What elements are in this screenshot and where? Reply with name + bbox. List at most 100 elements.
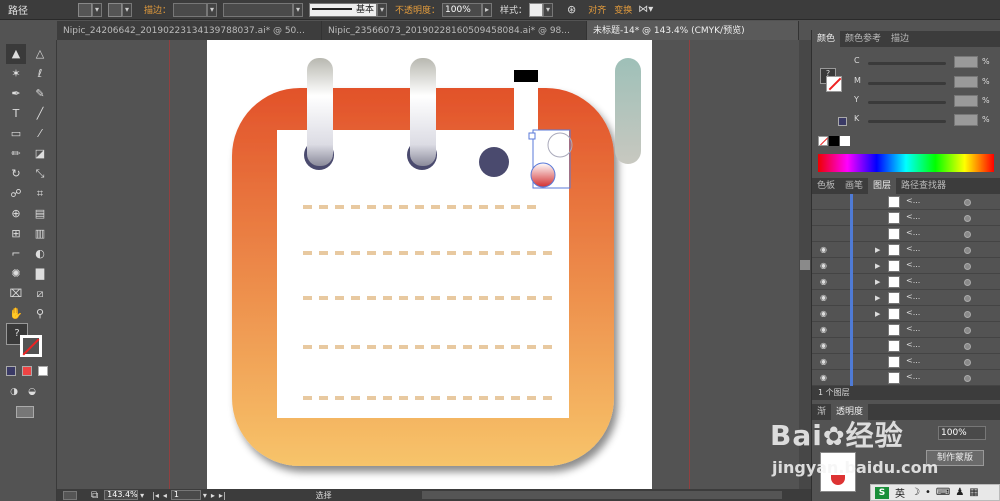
layer-name[interactable]: <...	[906, 292, 920, 301]
none-mode-button[interactable]	[38, 366, 48, 376]
transform-link[interactable]: 变换	[614, 3, 632, 16]
mesh-tool-icon[interactable]: ⊞	[6, 224, 26, 244]
color-panel-stroke[interactable]	[826, 76, 842, 92]
canvas-horizontal-scrollbar[interactable]	[421, 491, 782, 499]
symbol-sprayer-tool-icon[interactable]: ✺	[6, 264, 26, 284]
warp-tool-icon[interactable]: ☍	[6, 184, 26, 204]
shape-builder-tool-icon[interactable]: ⊕	[6, 204, 26, 224]
blend-tool-icon[interactable]: ◐	[30, 244, 50, 264]
zoom-tool-icon[interactable]: ⚲	[30, 304, 50, 324]
layer-target-icon[interactable]	[964, 375, 971, 382]
stroke-color-box[interactable]	[20, 335, 42, 357]
layers-list[interactable]: <... <... <... ◉ ▶ <... ◉ ▶ <... ◉ ▶ <... ◉ ▶ <... ◉ ▶ <.…	[812, 194, 1000, 386]
layer-target-icon[interactable]	[964, 263, 971, 270]
artboard-tool-icon[interactable]: ⌧	[6, 284, 26, 304]
layer-row[interactable]: ◉ ▶ <...	[812, 306, 1000, 322]
variable-width-dropdown[interactable]: ▾	[293, 2, 304, 17]
layer-target-icon[interactable]	[964, 343, 971, 350]
slice-tool-icon[interactable]: ⧄	[30, 284, 50, 304]
gradient-mode-button[interactable]	[22, 366, 32, 376]
layer-row[interactable]: ◉ ▶ <...	[812, 290, 1000, 306]
sogou-icon[interactable]: S	[875, 486, 889, 499]
layer-row[interactable]: ◉ <...	[812, 354, 1000, 370]
channel-c[interactable]: C%	[854, 56, 994, 68]
visibility-eye-icon[interactable]: ◉	[820, 374, 830, 382]
recolor-icon[interactable]: ⊛	[567, 3, 576, 16]
layer-row[interactable]: <...	[812, 194, 1000, 210]
layer-name[interactable]: <...	[906, 196, 920, 205]
draw-behind-icon[interactable]: ◒	[22, 382, 42, 402]
black-swatch[interactable]	[829, 136, 839, 146]
doc-info-icon[interactable]: ⧉	[91, 490, 98, 501]
layer-row[interactable]: ◉ <...	[812, 370, 1000, 386]
channel-k-slider[interactable]	[868, 120, 946, 123]
tab-swatches[interactable]: 色板	[812, 178, 840, 194]
magic-wand-tool-icon[interactable]: ✶	[6, 64, 26, 84]
opacity-dropdown[interactable]: ▸	[482, 2, 493, 17]
layer-name[interactable]: <...	[906, 356, 920, 365]
white-swatch[interactable]	[840, 136, 850, 146]
layer-name[interactable]: <...	[906, 260, 920, 269]
channel-k[interactable]: K%	[854, 114, 994, 126]
layer-row[interactable]: <...	[812, 226, 1000, 242]
first-page-icon[interactable]: |◂	[152, 491, 159, 500]
brush-field[interactable]: 基本	[309, 2, 378, 17]
color-mode-button[interactable]	[6, 366, 16, 376]
layer-target-icon[interactable]	[964, 359, 971, 366]
channel-m[interactable]: M%	[854, 76, 994, 88]
align-link[interactable]: 对齐	[588, 3, 606, 16]
channel-k-field[interactable]	[954, 114, 978, 126]
expand-arrow-icon[interactable]: ▶	[875, 278, 880, 286]
layer-name[interactable]: <...	[906, 372, 920, 381]
tab-brushes[interactable]: 画笔	[840, 178, 868, 194]
channel-m-slider[interactable]	[868, 82, 946, 85]
none-swatch[interactable]	[818, 136, 828, 146]
free-transform-tool-icon[interactable]: ⌗	[30, 184, 50, 204]
pen-tool-icon[interactable]: ✒	[6, 84, 26, 104]
brush-dropdown[interactable]: ▾	[377, 2, 388, 17]
visibility-eye-icon[interactable]: ◉	[820, 262, 830, 270]
isolate-icon[interactable]: ⋈▾	[638, 4, 653, 15]
expand-arrow-icon[interactable]: ▶	[875, 310, 880, 318]
selection-handle[interactable]	[528, 132, 536, 140]
channel-c-field[interactable]	[954, 56, 978, 68]
tab-color[interactable]: 颜色	[812, 31, 841, 47]
ime-toolbar[interactable]: S 英 ☽ • ⌨ ♟ ▦	[870, 484, 1000, 501]
layer-row[interactable]: ◉ ▶ <...	[812, 274, 1000, 290]
stroke-weight-field[interactable]	[173, 2, 208, 17]
screen-mode-icon[interactable]	[16, 406, 34, 418]
layer-target-icon[interactable]	[964, 311, 971, 318]
tab-layers[interactable]: 图层	[868, 178, 897, 194]
binder-ring-3[interactable]	[514, 68, 538, 168]
punctuation-icon[interactable]: •	[925, 487, 931, 498]
visibility-eye-icon[interactable]: ◉	[820, 342, 830, 350]
layer-name[interactable]: <...	[906, 308, 920, 317]
zoom-field[interactable]: 143.4%	[104, 490, 139, 500]
tab-color-guide[interactable]: 颜色参考	[840, 31, 886, 47]
layer-name[interactable]: <...	[906, 276, 920, 285]
eyedropper-tool-icon[interactable]: ⌐	[6, 244, 26, 264]
type-tool-icon[interactable]: T	[6, 104, 26, 124]
selection-tool-icon[interactable]: ▲	[6, 44, 26, 64]
channel-y-slider[interactable]	[868, 101, 946, 104]
binder-ring-4[interactable]	[615, 58, 641, 164]
style-dropdown[interactable]: ▾	[543, 2, 554, 17]
layer-row[interactable]: ◉ <...	[812, 338, 1000, 354]
variable-width-field[interactable]	[223, 2, 294, 17]
layer-name[interactable]: <...	[906, 244, 920, 253]
eraser-tool-icon[interactable]: ◪	[30, 144, 50, 164]
layer-name[interactable]: <...	[906, 324, 920, 333]
visibility-eye-icon[interactable]: ◉	[820, 326, 830, 334]
stroke-label[interactable]: 描边：	[144, 3, 171, 16]
layer-target-icon[interactable]	[964, 327, 971, 334]
channel-y-field[interactable]	[954, 95, 978, 107]
color-spectrum[interactable]	[818, 154, 994, 172]
rotate-tool-icon[interactable]: ↻	[6, 164, 26, 184]
channel-c-slider[interactable]	[868, 62, 946, 65]
direct-selection-tool-icon[interactable]: △	[30, 44, 50, 64]
layer-row[interactable]: ◉ <...	[812, 322, 1000, 338]
line-tool-icon[interactable]: ╱	[30, 104, 50, 124]
layer-target-icon[interactable]	[964, 231, 971, 238]
draw-mode-icon[interactable]: ◑	[4, 382, 24, 402]
opacity-field[interactable]: 100%	[442, 2, 483, 17]
